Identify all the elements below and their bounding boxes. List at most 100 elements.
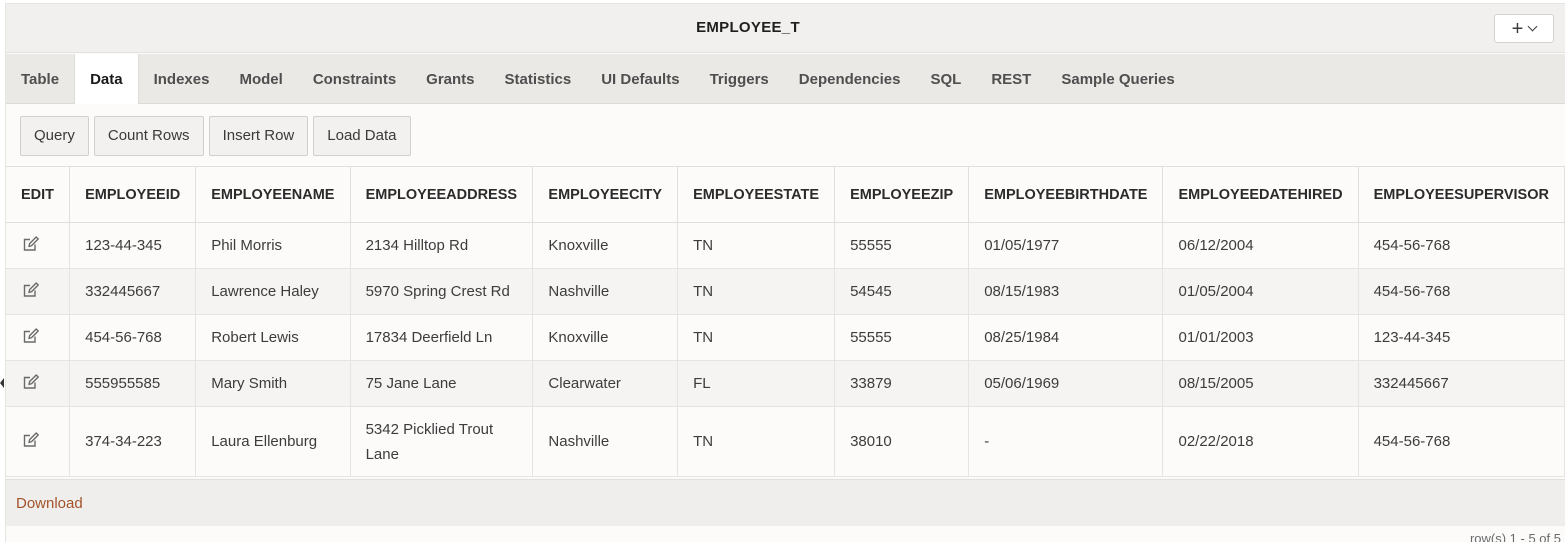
data-toolbar: Query Count Rows Insert Row Load Data bbox=[6, 105, 1565, 166]
column-header-employeebirthdate[interactable]: EMPLOYEEBIRTHDATE bbox=[968, 166, 1164, 223]
add-menu-button[interactable]: + bbox=[1494, 14, 1554, 43]
cell-employeebirthdate: 05/06/1969 bbox=[968, 360, 1164, 407]
tab-data[interactable]: Data bbox=[74, 54, 139, 104]
cell-employeedatehired: 01/05/2004 bbox=[1162, 268, 1359, 315]
tab-indexes[interactable]: Indexes bbox=[139, 54, 225, 104]
edit-cell[interactable] bbox=[6, 314, 71, 361]
tab-model[interactable]: Model bbox=[224, 54, 297, 104]
cell-employeedatehired: 02/22/2018 bbox=[1162, 406, 1359, 477]
edit-icon[interactable] bbox=[22, 373, 40, 391]
page-title: EMPLOYEE_T bbox=[696, 19, 800, 36]
title-bar: EMPLOYEE_T + bbox=[6, 4, 1565, 53]
edit-icon[interactable] bbox=[22, 327, 40, 345]
tab-triggers[interactable]: Triggers bbox=[695, 54, 784, 104]
tab-rest[interactable]: REST bbox=[976, 54, 1046, 104]
column-header-edit: EDIT bbox=[6, 166, 71, 223]
tab-grants[interactable]: Grants bbox=[411, 54, 489, 104]
cell-employeedatehired: 01/01/2003 bbox=[1162, 314, 1359, 361]
column-header-employeezip[interactable]: EMPLOYEEZIP bbox=[834, 166, 970, 223]
tab-table[interactable]: Table bbox=[6, 54, 74, 104]
cell-employeename: Laura Ellenburg bbox=[195, 406, 351, 477]
column-header-employeedatehired[interactable]: EMPLOYEEDATEHIRED bbox=[1162, 166, 1359, 223]
cell-employeezip: 33879 bbox=[834, 360, 970, 407]
tab-statistics[interactable]: Statistics bbox=[490, 54, 587, 104]
cell-employeeid: 555955585 bbox=[69, 360, 197, 407]
cell-employeezip: 55555 bbox=[834, 222, 970, 269]
cell-employeestate: TN bbox=[677, 222, 836, 269]
cell-employeename: Mary Smith bbox=[195, 360, 351, 407]
cell-employeeid: 123-44-345 bbox=[69, 222, 197, 269]
collapse-handle-icon[interactable] bbox=[0, 378, 4, 388]
cell-employeecity: Clearwater bbox=[532, 360, 679, 407]
cell-employeecity: Nashville bbox=[532, 406, 679, 477]
edit-icon[interactable] bbox=[22, 235, 40, 253]
cell-employeezip: 55555 bbox=[834, 314, 970, 361]
cell-employeesupervisor: 332445667 bbox=[1358, 360, 1565, 407]
download-link[interactable]: Download bbox=[16, 495, 83, 512]
cell-employeezip: 38010 bbox=[834, 406, 970, 477]
cell-employeestate: TN bbox=[677, 268, 836, 315]
load-data-button[interactable]: Load Data bbox=[313, 115, 411, 156]
edit-icon[interactable] bbox=[22, 281, 40, 299]
cell-employeeaddress: 5342 Picklied Trout Lane bbox=[350, 406, 534, 477]
column-header-employeestate[interactable]: EMPLOYEESTATE bbox=[677, 166, 836, 223]
cell-employeebirthdate: 08/25/1984 bbox=[968, 314, 1164, 361]
tab-dependencies[interactable]: Dependencies bbox=[784, 54, 916, 104]
cell-employeesupervisor: 454-56-768 bbox=[1358, 268, 1565, 315]
edit-icon[interactable] bbox=[22, 431, 40, 449]
tab-bar: Table Data Indexes Model Constraints Gra… bbox=[6, 54, 1565, 104]
cell-employeeid: 374-34-223 bbox=[69, 406, 197, 477]
cell-employeename: Phil Morris bbox=[195, 222, 351, 269]
column-header-employeename[interactable]: EMPLOYEENAME bbox=[195, 166, 351, 223]
table-row: 374-34-223 Laura Ellenburg 5342 Picklied… bbox=[6, 406, 1565, 477]
chevron-down-icon bbox=[1527, 21, 1538, 32]
cell-employeesupervisor: 454-56-768 bbox=[1358, 406, 1565, 477]
tab-constraints[interactable]: Constraints bbox=[298, 54, 411, 104]
cell-employeedatehired: 08/15/2005 bbox=[1162, 360, 1359, 407]
cell-employeestate: FL bbox=[677, 360, 836, 407]
tab-ui-defaults[interactable]: UI Defaults bbox=[586, 54, 694, 104]
plus-icon: + bbox=[1511, 17, 1524, 40]
cell-employeedatehired: 06/12/2004 bbox=[1162, 222, 1359, 269]
cell-employeeaddress: 5970 Spring Crest Rd bbox=[350, 268, 534, 315]
table-row: 555955585 Mary Smith 75 Jane Lane Clearw… bbox=[6, 360, 1565, 407]
grid-footer: Download bbox=[6, 479, 1565, 526]
edit-cell[interactable] bbox=[6, 268, 71, 315]
header-row: EDIT EMPLOYEEID EMPLOYEENAME EMPLOYEEADD… bbox=[6, 166, 1565, 223]
edit-cell[interactable] bbox=[6, 360, 71, 407]
cell-employeecity: Knoxville bbox=[532, 314, 679, 361]
tab-sql[interactable]: SQL bbox=[915, 54, 976, 104]
column-header-employeeid[interactable]: EMPLOYEEID bbox=[69, 166, 197, 223]
table-row: 454-56-768 Robert Lewis 17834 Deerfield … bbox=[6, 314, 1565, 361]
table-row: 332445667 Lawrence Haley 5970 Spring Cre… bbox=[6, 268, 1565, 315]
cell-employeebirthdate: - bbox=[968, 406, 1164, 477]
pagination-info: row(s) 1 - 5 of 5 bbox=[1469, 531, 1561, 542]
cell-employeename: Lawrence Haley bbox=[195, 268, 351, 315]
count-rows-button[interactable]: Count Rows bbox=[93, 115, 204, 156]
cell-employeeaddress: 2134 Hilltop Rd bbox=[350, 222, 534, 269]
cell-employeeid: 332445667 bbox=[69, 268, 197, 315]
address-line: Lane bbox=[365, 445, 399, 463]
cell-employeebirthdate: 01/05/1977 bbox=[968, 222, 1164, 269]
query-button[interactable]: Query bbox=[20, 115, 89, 156]
cell-employeename: Robert Lewis bbox=[195, 314, 351, 361]
cell-employeezip: 54545 bbox=[834, 268, 970, 315]
edit-cell[interactable] bbox=[6, 222, 71, 269]
cell-employeestate: TN bbox=[677, 406, 836, 477]
cell-employeecity: Knoxville bbox=[532, 222, 679, 269]
table-row: 123-44-345 Phil Morris 2134 Hilltop Rd K… bbox=[6, 222, 1565, 269]
cell-employeestate: TN bbox=[677, 314, 836, 361]
cell-employeesupervisor: 123-44-345 bbox=[1358, 314, 1565, 361]
cell-employeesupervisor: 454-56-768 bbox=[1358, 222, 1565, 269]
cell-employeecity: Nashville bbox=[532, 268, 679, 315]
tab-sample-queries[interactable]: Sample Queries bbox=[1046, 54, 1189, 104]
edit-cell[interactable] bbox=[6, 406, 71, 477]
data-grid: EDIT EMPLOYEEID EMPLOYEENAME EMPLOYEEADD… bbox=[6, 166, 1565, 477]
table-view-panel: EMPLOYEE_T + Table Data Indexes Model Co… bbox=[5, 3, 1565, 542]
cell-employeeaddress: 17834 Deerfield Ln bbox=[350, 314, 534, 361]
cell-employeebirthdate: 08/15/1983 bbox=[968, 268, 1164, 315]
column-header-employeeaddress[interactable]: EMPLOYEEADDRESS bbox=[350, 166, 534, 223]
insert-row-button[interactable]: Insert Row bbox=[208, 115, 309, 156]
column-header-employeecity[interactable]: EMPLOYEECITY bbox=[532, 166, 679, 223]
column-header-employeesupervisor[interactable]: EMPLOYEESUPERVISOR bbox=[1358, 166, 1565, 223]
